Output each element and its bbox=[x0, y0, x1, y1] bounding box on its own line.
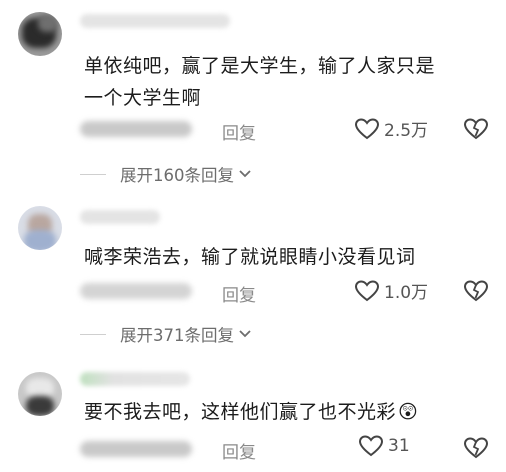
comment-time-location bbox=[80, 441, 192, 457]
avatar[interactable] bbox=[18, 12, 62, 56]
like-button[interactable]: 31 bbox=[358, 434, 410, 458]
heart-outline-icon bbox=[354, 279, 380, 303]
heart-outline-icon bbox=[354, 117, 380, 141]
broken-heart-icon bbox=[463, 117, 489, 141]
expand-replies-label: 展开160条回复 bbox=[120, 166, 234, 185]
username[interactable] bbox=[80, 210, 160, 224]
dislike-button[interactable] bbox=[463, 436, 489, 460]
chevron-down-icon bbox=[238, 329, 252, 339]
reply-button[interactable]: 回复 bbox=[222, 281, 256, 306]
dislike-button[interactable] bbox=[463, 279, 489, 303]
like-button[interactable]: 2.5万 bbox=[354, 116, 428, 141]
shocked-emoji: 😲 bbox=[398, 401, 419, 423]
dislike-button[interactable] bbox=[463, 117, 489, 141]
comment-text: 喊李荣浩去，输了就说眼睛小没看见词 bbox=[84, 246, 416, 268]
expand-replies[interactable]: 展开160条回复 bbox=[80, 162, 252, 186]
username[interactable] bbox=[80, 14, 230, 28]
expand-replies-label: 展开371条回复 bbox=[120, 326, 234, 345]
comment-text: 单依纯吧，赢了是大学生，输了人家只是 一个大学生啊 bbox=[84, 55, 436, 109]
avatar[interactable] bbox=[18, 372, 62, 416]
reply-button[interactable]: 回复 bbox=[222, 438, 256, 463]
comment-time-location bbox=[80, 283, 192, 299]
broken-heart-icon bbox=[463, 436, 489, 460]
like-count: 1.0万 bbox=[384, 283, 429, 303]
divider bbox=[80, 173, 106, 175]
like-count: 31 bbox=[388, 436, 410, 456]
username[interactable] bbox=[80, 372, 190, 386]
reply-button[interactable]: 回复 bbox=[222, 119, 256, 144]
broken-heart-icon bbox=[463, 279, 489, 303]
like-button[interactable]: 1.0万 bbox=[354, 278, 428, 303]
heart-outline-icon bbox=[358, 434, 384, 458]
like-count: 2.5万 bbox=[384, 121, 429, 141]
expand-replies[interactable]: 展开371条回复 bbox=[80, 322, 252, 346]
avatar[interactable] bbox=[18, 206, 62, 250]
divider bbox=[80, 333, 106, 335]
comment-text: 要不我去吧，这样他们赢了也不光彩 😲 bbox=[84, 396, 504, 428]
comment-time-location bbox=[80, 121, 192, 137]
chevron-down-icon bbox=[238, 169, 252, 179]
